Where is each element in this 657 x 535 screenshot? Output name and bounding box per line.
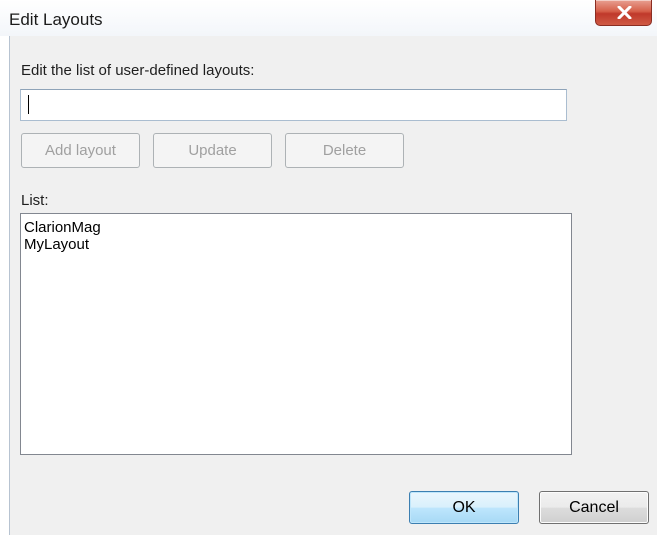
- list-label: List:: [21, 192, 49, 209]
- update-button[interactable]: Update: [153, 133, 272, 168]
- layouts-prompt-label: Edit the list of user-defined layouts:: [21, 62, 255, 79]
- delete-button[interactable]: Delete: [285, 133, 404, 168]
- edit-layouts-dialog: Edit Layouts Edit the list of user-defin…: [0, 0, 657, 535]
- dialog-client-area: Edit the list of user-defined layouts: A…: [9, 36, 657, 535]
- cancel-button[interactable]: Cancel: [539, 491, 649, 524]
- close-icon: [617, 6, 632, 19]
- close-button[interactable]: [595, 0, 652, 26]
- title-bar[interactable]: Edit Layouts: [0, 0, 657, 36]
- add-layout-button[interactable]: Add layout: [21, 133, 140, 168]
- ok-button[interactable]: OK: [409, 491, 519, 524]
- layouts-listbox[interactable]: ClarionMag MyLayout: [20, 213, 572, 455]
- list-item[interactable]: ClarionMag: [23, 219, 569, 236]
- text-caret: [28, 95, 29, 114]
- window-title: Edit Layouts: [9, 10, 103, 29]
- list-item[interactable]: MyLayout: [23, 236, 569, 253]
- layout-name-input[interactable]: [20, 89, 567, 121]
